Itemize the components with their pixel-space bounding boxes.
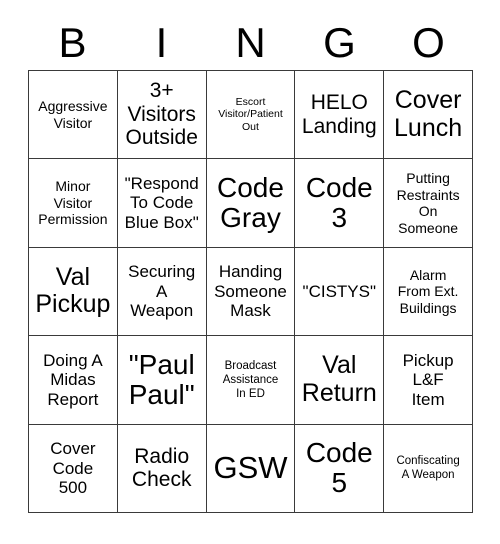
bingo-cell-label: Putting Restraints On Someone — [396, 170, 460, 236]
bingo-cell-b3[interactable]: Val Pickup — [29, 247, 118, 337]
bingo-card: B I N G O Aggressive Visitor 3+ Visitors… — [0, 0, 500, 544]
bingo-cell-g4[interactable]: Val Return — [295, 336, 385, 425]
bingo-cell-n5[interactable]: GSW — [206, 424, 296, 513]
bingo-cell-label: Alarm From Ext. Buildings — [397, 266, 459, 316]
bingo-cell-g3[interactable]: "CISTYS" — [295, 247, 385, 337]
bingo-cell-g2[interactable]: Code 3 — [295, 159, 385, 248]
bingo-cell-label: "Respond To Code Blue Box" — [124, 174, 199, 232]
bingo-cell-label: Confiscating A Weapon — [396, 455, 460, 482]
bingo-cell-n4[interactable]: Broadcast Assistance In ED — [206, 336, 296, 425]
bingo-cell-label: HELO Landing — [301, 91, 377, 138]
bingo-header: B I N G O — [28, 18, 473, 68]
bingo-cell-label: Securing A Weapon — [128, 262, 196, 321]
bingo-cell-label: Code 5 — [305, 437, 373, 499]
bingo-cell-g5[interactable]: Code 5 — [295, 424, 385, 513]
bingo-cell-label: Cover Lunch — [394, 86, 463, 142]
bingo-cell-label: 3+ Visitors Outside — [125, 79, 198, 150]
bingo-cell-label: GSW — [213, 450, 288, 486]
bingo-cell-label: "Paul Paul" — [128, 348, 195, 410]
bingo-cell-b4[interactable]: Doing A Midas Report — [29, 336, 118, 425]
bingo-cell-label: Radio Check — [131, 444, 192, 492]
bingo-cell-b1[interactable]: Aggressive Visitor — [29, 71, 118, 160]
bingo-grid: Aggressive Visitor 3+ Visitors Outside E… — [28, 70, 473, 513]
bingo-cell-n3[interactable]: Handing Someone Mask — [206, 247, 296, 337]
bingo-cell-i2[interactable]: "Respond To Code Blue Box" — [117, 159, 207, 248]
bingo-cell-label: Code 3 — [305, 171, 373, 234]
bingo-header-letter-o: O — [412, 19, 445, 66]
bingo-header-letter-i: I — [155, 19, 168, 66]
bingo-cell-label: Val Return — [301, 351, 377, 407]
bingo-cell-o5[interactable]: Confiscating A Weapon — [384, 424, 473, 513]
bingo-cell-n2[interactable]: Code Gray — [206, 159, 296, 248]
bingo-cell-o1[interactable]: Cover Lunch — [384, 71, 473, 160]
bingo-cell-i4[interactable]: "Paul Paul" — [117, 336, 207, 425]
bingo-cell-label: Broadcast Assistance In ED — [222, 359, 279, 400]
bingo-header-letter-g: G — [323, 19, 356, 66]
bingo-header-letter-n: N — [235, 19, 266, 66]
bingo-cell-label: Pickup L&F Item — [402, 350, 454, 409]
bingo-cell-label: Doing A Midas Report — [43, 350, 103, 409]
bingo-cell-i1[interactable]: 3+ Visitors Outside — [117, 71, 207, 160]
bingo-cell-label: Minor Visitor Permission — [38, 178, 108, 228]
bingo-cell-label: Val Pickup — [35, 262, 111, 319]
bingo-cell-n1[interactable]: Escort Visitor/Patient Out — [206, 71, 296, 160]
bingo-cell-label: Cover Code 500 — [50, 439, 96, 497]
bingo-cell-g1[interactable]: HELO Landing — [295, 71, 385, 160]
bingo-cell-label: Escort Visitor/Patient Out — [218, 95, 283, 134]
bingo-cell-o2[interactable]: Putting Restraints On Someone — [384, 159, 473, 248]
bingo-cell-i5[interactable]: Radio Check — [117, 424, 207, 513]
bingo-cell-i3[interactable]: Securing A Weapon — [117, 247, 207, 337]
bingo-cell-b2[interactable]: Minor Visitor Permission — [29, 159, 118, 248]
bingo-cell-b5[interactable]: Cover Code 500 — [29, 424, 118, 513]
bingo-cell-label: Handing Someone Mask — [214, 262, 287, 321]
bingo-cell-o4[interactable]: Pickup L&F Item — [384, 336, 473, 425]
bingo-cell-label: Aggressive Visitor — [38, 98, 108, 131]
bingo-cell-o3[interactable]: Alarm From Ext. Buildings — [384, 247, 473, 337]
bingo-header-letter-b: B — [58, 19, 87, 66]
bingo-cell-label: Code Gray — [217, 171, 284, 234]
bingo-cell-label: "CISTYS" — [302, 281, 377, 301]
